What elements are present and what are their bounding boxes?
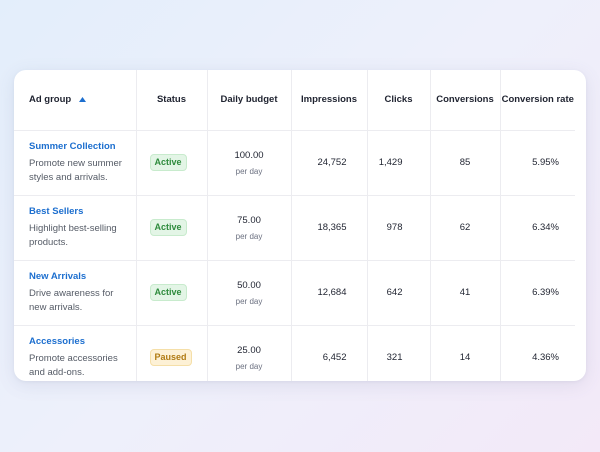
ad-group-cell: Accessories Promote accessories and add-… bbox=[14, 325, 137, 381]
conversions-cell: 14 bbox=[430, 325, 501, 381]
ad-group-cell: Summer Collection Promote new summer sty… bbox=[14, 130, 137, 196]
conversion-rate-cell: 5.95% bbox=[500, 130, 575, 196]
budget-value: 50.00 bbox=[237, 279, 261, 291]
conversions-cell: 41 bbox=[430, 260, 501, 326]
budget-cell: 25.00 per day bbox=[207, 325, 292, 381]
budget-value: 100.00 bbox=[234, 149, 264, 161]
status-cell: Active bbox=[136, 195, 208, 261]
budget-unit: per day bbox=[235, 296, 263, 306]
column-header-conversion-rate[interactable]: Conversion rate bbox=[500, 70, 575, 131]
table-header-row: Ad group Status Daily budget Impressions… bbox=[14, 70, 575, 131]
ad-groups-card: Ad group Status Daily budget Impressions… bbox=[14, 70, 586, 381]
impressions-cell: 24,752 bbox=[291, 130, 368, 196]
ad-group-cell: New Arrivals Drive awareness for new arr… bbox=[14, 260, 137, 326]
clicks-cell: 1,429 bbox=[367, 130, 431, 196]
budget-cell: 100.00 per day bbox=[207, 130, 292, 196]
status-badge: Paused bbox=[149, 349, 192, 367]
status-cell: Active bbox=[136, 260, 208, 326]
conversion-rate-cell: 4.36% bbox=[532, 352, 559, 364]
budget-value: 75.00 bbox=[237, 214, 261, 226]
table-row[interactable]: New Arrivals Drive awareness for new arr… bbox=[14, 260, 575, 326]
ad-group-name-link[interactable]: Summer Collection bbox=[29, 141, 128, 152]
ad-group-name-link[interactable]: New Arrivals bbox=[29, 271, 128, 282]
table-row[interactable]: Summer Collection Promote new summer sty… bbox=[14, 130, 575, 196]
table-row[interactable]: Best Sellers Highlight best-selling prod… bbox=[14, 195, 575, 261]
impressions-cell: 6,452 bbox=[291, 325, 368, 381]
column-header-ad-group[interactable]: Ad group bbox=[14, 70, 137, 131]
ad-group-cell: Best Sellers Highlight best-selling prod… bbox=[14, 195, 137, 261]
column-header-impressions[interactable]: Impressions bbox=[291, 70, 368, 131]
ad-group-name-link[interactable]: Best Sellers bbox=[29, 206, 128, 217]
ad-groups-table: Ad group Status Daily budget Impressions… bbox=[14, 70, 575, 381]
impressions-cell: 12,684 bbox=[291, 260, 368, 326]
column-header-label: Ad group bbox=[29, 94, 72, 106]
triangle-up-icon[interactable] bbox=[79, 94, 87, 105]
conversion-rate-cell: 6.39% bbox=[500, 260, 575, 326]
budget-unit: per day bbox=[235, 361, 263, 371]
budget-cell: 75.00 per day bbox=[207, 195, 292, 261]
conversion-rate-cell: 6.34% bbox=[500, 195, 575, 261]
budget-value: 25.00 bbox=[237, 344, 261, 356]
impressions-cell: 18,365 bbox=[291, 195, 368, 261]
status-badge: Active bbox=[149, 284, 187, 301]
conversions-cell: 62 bbox=[430, 195, 501, 261]
table-row[interactable]: Accessories Promote accessories and add-… bbox=[14, 325, 575, 381]
clicks-cell: 978 bbox=[367, 195, 431, 261]
column-header-conversions[interactable]: Conversions bbox=[430, 70, 501, 131]
status-cell: Active bbox=[136, 130, 208, 196]
budget-unit: per day bbox=[235, 166, 263, 176]
ad-group-description: Promote accessories and add-ons. bbox=[29, 352, 118, 378]
column-header-daily-budget[interactable]: Daily budget bbox=[207, 70, 292, 131]
clicks-cell: 642 bbox=[367, 260, 431, 326]
budget-cell: 50.00 per day bbox=[207, 260, 292, 326]
status-badge: Active bbox=[149, 219, 187, 236]
clicks-cell: 321 bbox=[367, 325, 431, 381]
ad-group-name-link[interactable]: Accessories bbox=[29, 336, 128, 347]
conversions-cell: 85 bbox=[430, 130, 501, 196]
status-badge: Active bbox=[149, 154, 187, 171]
ad-group-description: Promote new summer styles and arrivals. bbox=[29, 157, 122, 183]
budget-unit: per day bbox=[235, 231, 263, 241]
ad-group-description: Drive awareness for new arrivals. bbox=[29, 287, 114, 313]
status-cell: Paused bbox=[136, 325, 208, 381]
ad-group-description: Highlight best-selling products. bbox=[29, 222, 117, 248]
column-header-status[interactable]: Status bbox=[136, 70, 208, 131]
column-header-clicks[interactable]: Clicks bbox=[367, 70, 431, 131]
